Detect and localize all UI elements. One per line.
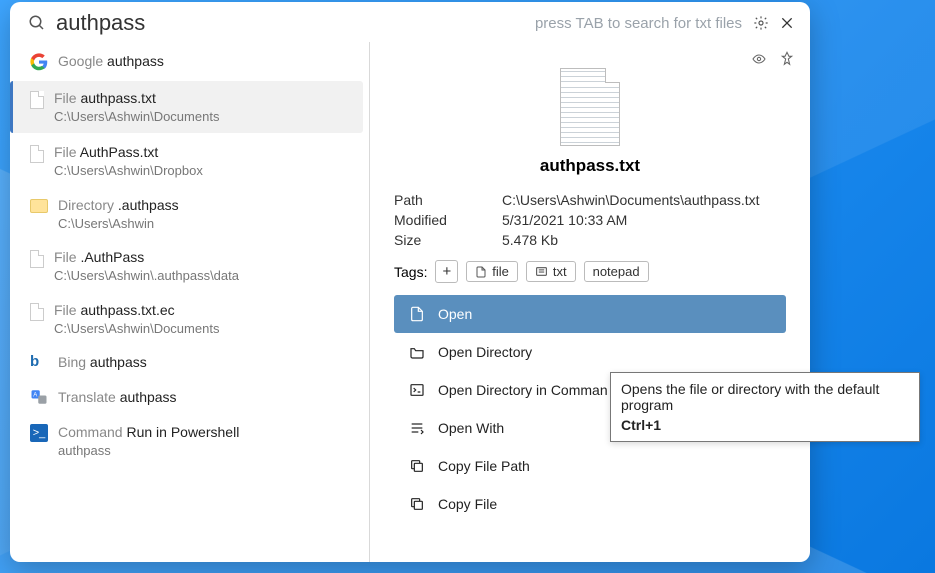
action-label: Open With [438, 420, 504, 436]
tag-notepad[interactable]: notepad [584, 261, 649, 282]
pin-icon[interactable] [778, 50, 796, 68]
result-label: Translate authpass [58, 388, 357, 407]
file-thumb-icon [560, 68, 620, 146]
action-label: Open Directory [438, 344, 532, 360]
file-icon [30, 145, 44, 163]
launcher-window: press TAB to search for txt files Google… [10, 2, 810, 562]
result-label: Google authpass [58, 52, 357, 71]
result-item-authpass-txt[interactable]: File authpass.txtC:\Users\Ashwin\Documen… [10, 81, 363, 133]
result-item-AuthPass-txt[interactable]: File AuthPass.txtC:\Users\Ashwin\Dropbox [10, 135, 369, 187]
meta-grid: Path C:\Users\Ashwin\Documents\authpass.… [370, 186, 810, 258]
folder-icon [30, 199, 48, 213]
result-label: Directory .authpass [58, 196, 357, 215]
meta-modified-label: Modified [394, 212, 486, 228]
add-tag-button[interactable]: + [435, 260, 458, 283]
open-with-icon [408, 419, 426, 437]
action-label: Open [438, 306, 472, 322]
result-path: C:\Users\Ashwin [58, 215, 357, 233]
result-label: File AuthPass.txt [54, 143, 357, 162]
copy-file-icon [408, 495, 426, 513]
tags-label: Tags: [394, 264, 427, 280]
action-copy-file[interactable]: Copy File [394, 485, 786, 523]
file-icon [30, 91, 44, 109]
result-item-Run-in-Powershell[interactable]: >_ Command Run in Powershellauthpass [10, 415, 369, 467]
result-label: File authpass.txt [54, 89, 351, 108]
search-icon [28, 14, 46, 32]
topbar: press TAB to search for txt files [10, 2, 810, 42]
result-item--AuthPass[interactable]: File .AuthPassC:\Users\Ashwin\.authpass\… [10, 240, 369, 292]
search-hint: press TAB to search for txt files [535, 15, 742, 32]
search-box[interactable] [28, 10, 525, 36]
tag-label: notepad [593, 264, 640, 279]
google-icon [30, 53, 48, 71]
results-list: Google authpassFile authpass.txtC:\Users… [10, 42, 370, 562]
result-path: authpass [58, 442, 357, 460]
meta-path-label: Path [394, 192, 486, 208]
close-icon[interactable] [778, 14, 796, 32]
meta-size-label: Size [394, 232, 486, 248]
meta-size-value: 5.478 Kb [502, 232, 786, 248]
action-label: Open Directory in Comman [438, 382, 608, 398]
result-label: Bing authpass [58, 353, 357, 372]
tooltip-shortcut: Ctrl+1 [621, 417, 909, 433]
result-item-authpass[interactable]: Google authpass [10, 44, 369, 79]
result-label: Command Run in Powershell [58, 423, 357, 442]
file-icon [30, 250, 44, 268]
tooltip-text: Opens the file or directory with the def… [621, 381, 909, 413]
tag-file[interactable]: file [466, 261, 518, 282]
powershell-icon: >_ [30, 424, 48, 442]
result-path: C:\Users\Ashwin\Dropbox [54, 162, 357, 180]
cmd-icon [408, 381, 426, 399]
result-label: File authpass.txt.ec [54, 301, 357, 320]
result-item-authpass-txt-ec[interactable]: File authpass.txt.ecC:\Users\Ashwin\Docu… [10, 293, 369, 345]
meta-path-value: C:\Users\Ashwin\Documents\authpass.txt [502, 192, 786, 208]
action-label: Copy File [438, 496, 497, 512]
result-path: C:\Users\Ashwin\Documents [54, 108, 351, 126]
tooltip: Opens the file or directory with the def… [610, 372, 920, 442]
detail-panel: authpass.txt Path C:\Users\Ashwin\Docume… [370, 42, 810, 562]
translate-icon: A [30, 388, 48, 406]
file-open-icon [408, 305, 426, 323]
action-label: Copy File Path [438, 458, 530, 474]
tag-label: file [492, 264, 509, 279]
result-label: File .AuthPass [54, 248, 357, 267]
copy-path-icon [408, 457, 426, 475]
detail-filename: authpass.txt [370, 156, 810, 176]
tag-label: txt [553, 264, 567, 279]
search-input[interactable] [56, 10, 525, 36]
meta-modified-value: 5/31/2021 10:33 AM [502, 212, 786, 228]
result-path: C:\Users\Ashwin\.authpass\data [54, 267, 357, 285]
folder-open-icon [408, 343, 426, 361]
file-icon [30, 303, 44, 321]
settings-icon[interactable] [752, 14, 770, 32]
result-item--authpass[interactable]: Directory .authpassC:\Users\Ashwin [10, 188, 369, 240]
result-path: C:\Users\Ashwin\Documents [54, 320, 357, 338]
tags-row: Tags: + file txt notepad [370, 258, 810, 295]
bing-icon: b [30, 353, 48, 370]
result-item-authpass[interactable]: b Bing authpass [10, 345, 369, 380]
result-item-authpass[interactable]: A Translate authpass [10, 380, 369, 415]
action-open[interactable]: Open [394, 295, 786, 333]
action-open-directory[interactable]: Open Directory [394, 333, 786, 371]
preview-icon[interactable] [750, 50, 768, 68]
svg-text:A: A [33, 392, 37, 398]
tag-txt[interactable]: txt [526, 261, 576, 282]
action-copy-file-path[interactable]: Copy File Path [394, 447, 786, 485]
